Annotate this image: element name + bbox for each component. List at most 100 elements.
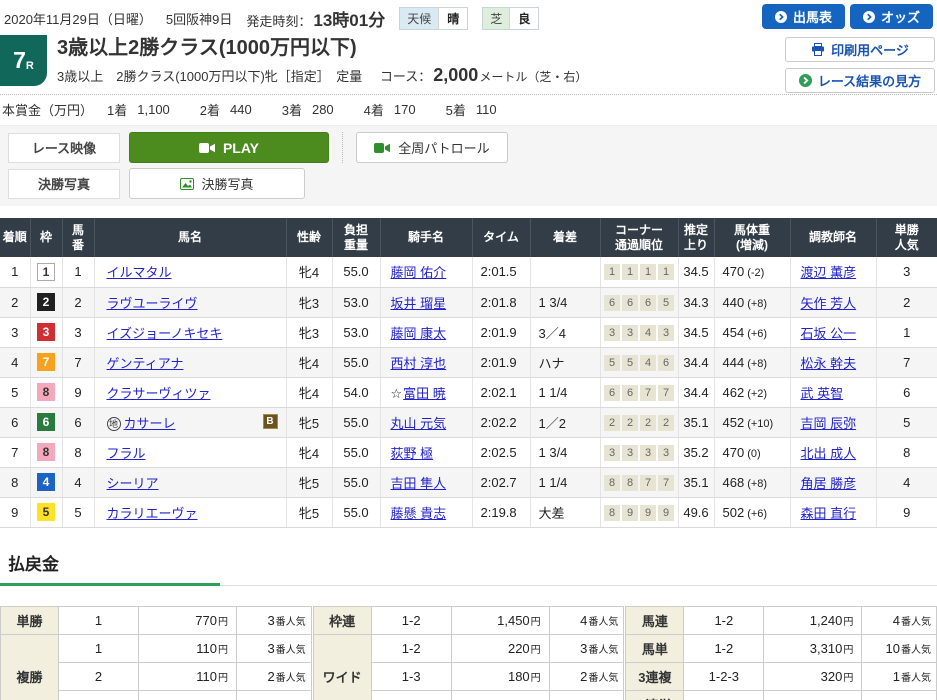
trainer-link[interactable]: 矢作 芳人 — [801, 296, 857, 311]
horse-number: 6 — [62, 407, 94, 437]
jockey-link[interactable]: 吉田 隼人 — [391, 476, 447, 491]
trainer-cell: 石坂 公一 — [790, 317, 876, 347]
race-number-suffix: R — [26, 60, 34, 72]
race-header-actions: 印刷用ページ レース結果の見方 — [785, 37, 935, 93]
jockey-link[interactable]: 荻野 極 — [391, 446, 434, 461]
jockey-link[interactable]: 藤岡 佑介 — [391, 265, 447, 280]
body-weight: 470 — [723, 445, 745, 460]
finish-photo-btn-label: 決勝写真 — [201, 174, 253, 193]
body-weight-diff: (+6) — [747, 328, 767, 340]
finish-time: 2:02.1 — [472, 377, 530, 407]
body-weight-diff: (+10) — [747, 418, 773, 430]
ninki-suffix: 番人気 — [276, 617, 306, 628]
yen-suffix: 円 — [843, 617, 853, 628]
finish-position: 1 — [0, 257, 30, 287]
horse-name-link[interactable]: ラヴユーライヴ — [107, 296, 198, 311]
payout-combination: 1-2 — [371, 634, 451, 662]
horse-name-link[interactable]: カラリエーヴァ — [107, 506, 198, 521]
results-guide-button[interactable]: レース結果の見方 — [785, 68, 935, 93]
frame-cell: 2 — [30, 287, 62, 317]
yen-suffix: 円 — [218, 673, 228, 684]
trainer-link[interactable]: 武 英智 — [801, 386, 844, 401]
trainer-link[interactable]: 松永 幹夫 — [801, 356, 857, 371]
horse-name-cell: B地カサーレ — [94, 407, 286, 437]
trainer-link[interactable]: 石坂 公一 — [801, 326, 857, 341]
payout-type-label: ワイド — [313, 634, 371, 700]
results-header-cell: 着差 — [530, 218, 600, 257]
arrow-circle-icon — [799, 74, 812, 87]
corner-position: 3 — [640, 445, 656, 461]
payout-amount-cell: 770円 — [139, 606, 237, 634]
payout-popularity: 10 — [886, 641, 900, 656]
finish-photo-button[interactable]: 決勝写真 — [129, 168, 305, 199]
trainer-link[interactable]: 角居 勝彦 — [801, 476, 857, 491]
corner-position: 7 — [658, 475, 674, 491]
jockey-cell: 荻野 極 — [380, 437, 472, 467]
corner-position: 3 — [604, 325, 620, 341]
corner-position: 8 — [622, 475, 638, 491]
yen-suffix: 円 — [531, 617, 541, 628]
payout-amount: 3,310 — [810, 641, 843, 656]
play-video-button[interactable]: PLAY — [129, 132, 329, 163]
payout-row: 3連複1-2-3320円1番人気 — [626, 662, 937, 690]
horse-number: 1 — [62, 257, 94, 287]
entry-table-button[interactable]: 出馬表 — [762, 4, 845, 29]
payout-row: 複勝1110円3番人気 — [1, 634, 312, 662]
race-header: 7 R 3歳以上2勝クラス(1000万円以下) 3歳以上 2勝クラス(1000万… — [0, 32, 937, 90]
trainer-link[interactable]: 森田 直行 — [801, 506, 857, 521]
trainer-cell: 角居 勝彦 — [790, 467, 876, 497]
patrol-video-button[interactable]: 全周パトロール — [356, 132, 508, 163]
sex-age: 牝4 — [286, 377, 332, 407]
yen-suffix: 円 — [843, 645, 853, 656]
horse-name-link[interactable]: イズジョーノキセキ — [107, 326, 223, 341]
results-header-cell: 推定 上り — [678, 218, 714, 257]
jockey-link[interactable]: 藤懸 貴志 — [391, 506, 447, 521]
divider — [342, 132, 343, 163]
entry-table-label: 出馬表 — [793, 7, 832, 26]
horse-name-link[interactable]: フラル — [107, 446, 146, 461]
prize-rank: 5着 — [446, 100, 466, 119]
payout-section: 払戻金 単勝1770円3番人気複勝1110円3番人気2110円2番人気3110円… — [0, 550, 937, 700]
trainer-link[interactable]: 吉岡 辰弥 — [801, 416, 857, 431]
jockey-cell: 藤懸 貴志 — [380, 497, 472, 527]
jockey-link[interactable]: 西村 淳也 — [391, 356, 447, 371]
jockey-link[interactable]: 丸山 元気 — [391, 416, 447, 431]
prize-money-label: 本賞金（万円） — [2, 100, 93, 119]
payout-popularity-cell: 3番人気 — [237, 634, 312, 662]
horse-name-link[interactable]: クラサーヴィツァ — [107, 386, 211, 401]
last-3f: 49.6 — [678, 497, 714, 527]
corner-position: 2 — [622, 415, 638, 431]
trainer-link[interactable]: 渡辺 薫彦 — [801, 265, 857, 280]
jockey-link[interactable]: 藤岡 康太 — [391, 326, 447, 341]
frame-number-badge: 3 — [37, 323, 55, 341]
odds-button[interactable]: オッズ — [850, 4, 933, 29]
jockey-link[interactable]: 富田 暁 — [403, 386, 446, 401]
topbar: 2020年11月29日（日曜） 5回阪神9日 発走時刻：13時01分 天候 晴 … — [0, 0, 937, 32]
jockey-link[interactable]: 坂井 瑠星 — [391, 296, 447, 311]
prize-amount: 110 — [476, 102, 497, 117]
ninki-suffix: 番人気 — [901, 673, 931, 684]
horse-name-link[interactable]: カサーレ — [124, 416, 176, 431]
payout-type-label: 枠連 — [313, 606, 371, 634]
start-time-value: 13時01分 — [313, 11, 385, 30]
corner-position: 9 — [622, 505, 638, 521]
print-page-button[interactable]: 印刷用ページ — [785, 37, 935, 62]
payout-amount-cell: 110円 — [139, 690, 237, 700]
margin: 1 1/4 — [530, 377, 600, 407]
last-3f: 35.1 — [678, 467, 714, 497]
horse-name-link[interactable]: イルマタル — [107, 265, 172, 280]
horse-name-link[interactable]: ゲンティアナ — [107, 356, 184, 371]
carried-weight: 53.0 — [332, 287, 380, 317]
body-weight-diff: (+6) — [747, 508, 767, 520]
horse-name-link[interactable]: シーリア — [107, 476, 159, 491]
yen-suffix: 円 — [218, 617, 228, 628]
horse-number: 2 — [62, 287, 94, 317]
horse-number: 3 — [62, 317, 94, 347]
frame-number-badge: 6 — [37, 413, 55, 431]
trainer-link[interactable]: 北出 成人 — [801, 446, 857, 461]
margin: 大差 — [530, 497, 600, 527]
horse-name-cell: フラル — [94, 437, 286, 467]
course-unit: メートル（芝・右） — [479, 70, 587, 84]
start-time-label: 発走時刻： — [246, 14, 311, 29]
corner-order-cell: 1111 — [600, 257, 678, 287]
